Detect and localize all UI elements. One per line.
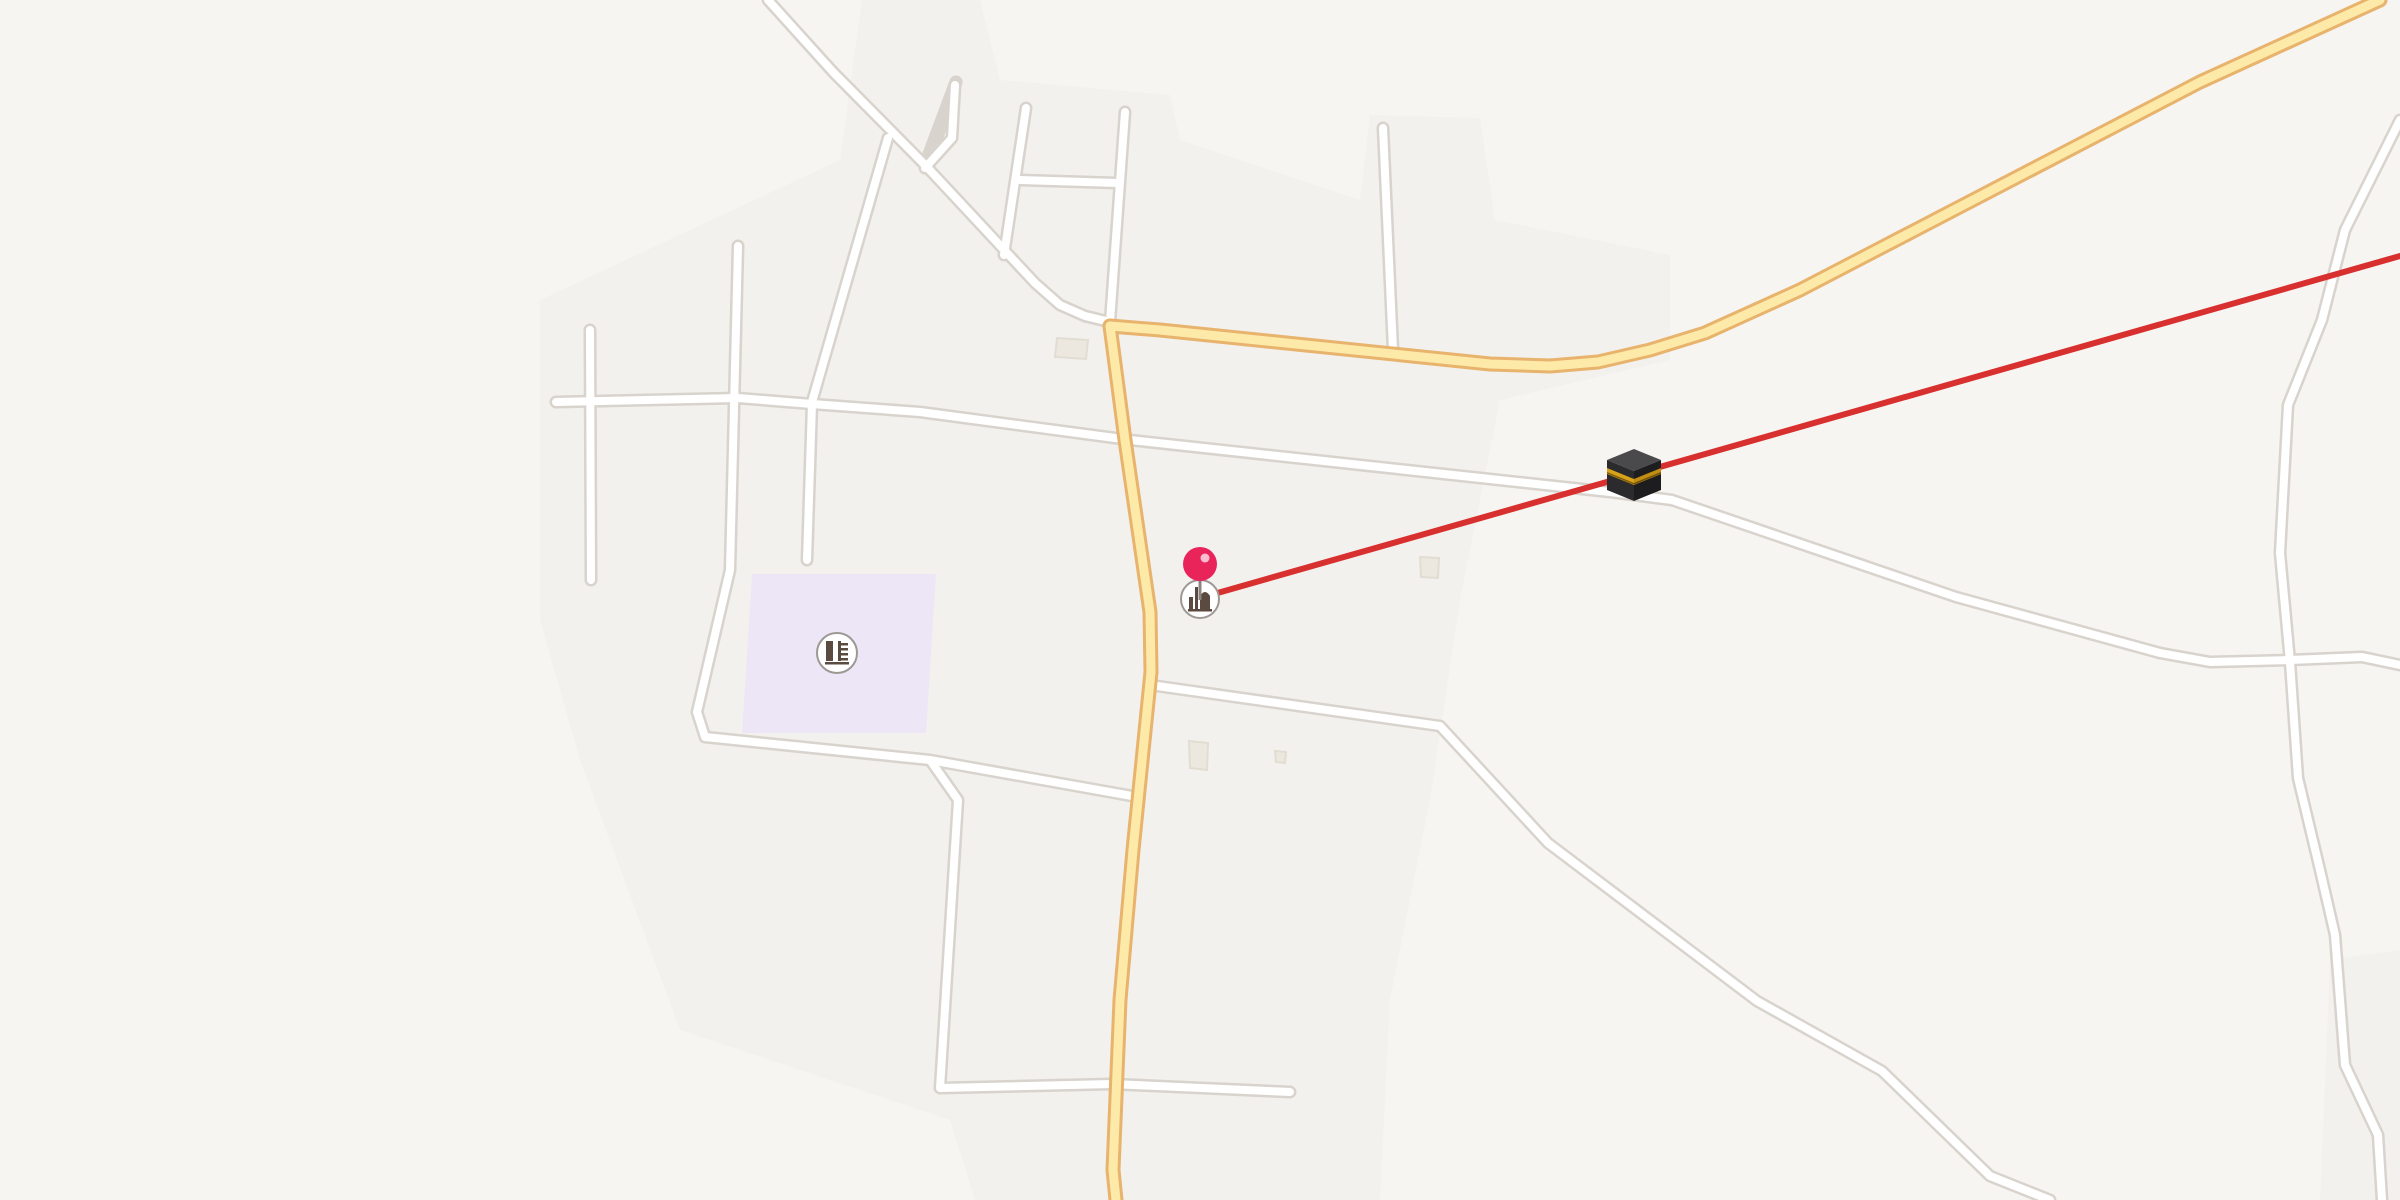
building xyxy=(1418,555,1441,580)
area-tint-east xyxy=(2320,950,2400,1200)
kaaba-marker[interactable] xyxy=(1607,449,1661,501)
school-poi-marker[interactable] xyxy=(816,632,858,674)
building xyxy=(1273,749,1288,765)
map-pin-icon xyxy=(1183,547,1217,581)
map-canvas[interactable] xyxy=(0,0,2400,1200)
kaaba-icon xyxy=(1607,449,1661,501)
map-view[interactable] xyxy=(0,0,2400,1200)
building xyxy=(1187,739,1210,772)
building xyxy=(1053,336,1090,361)
